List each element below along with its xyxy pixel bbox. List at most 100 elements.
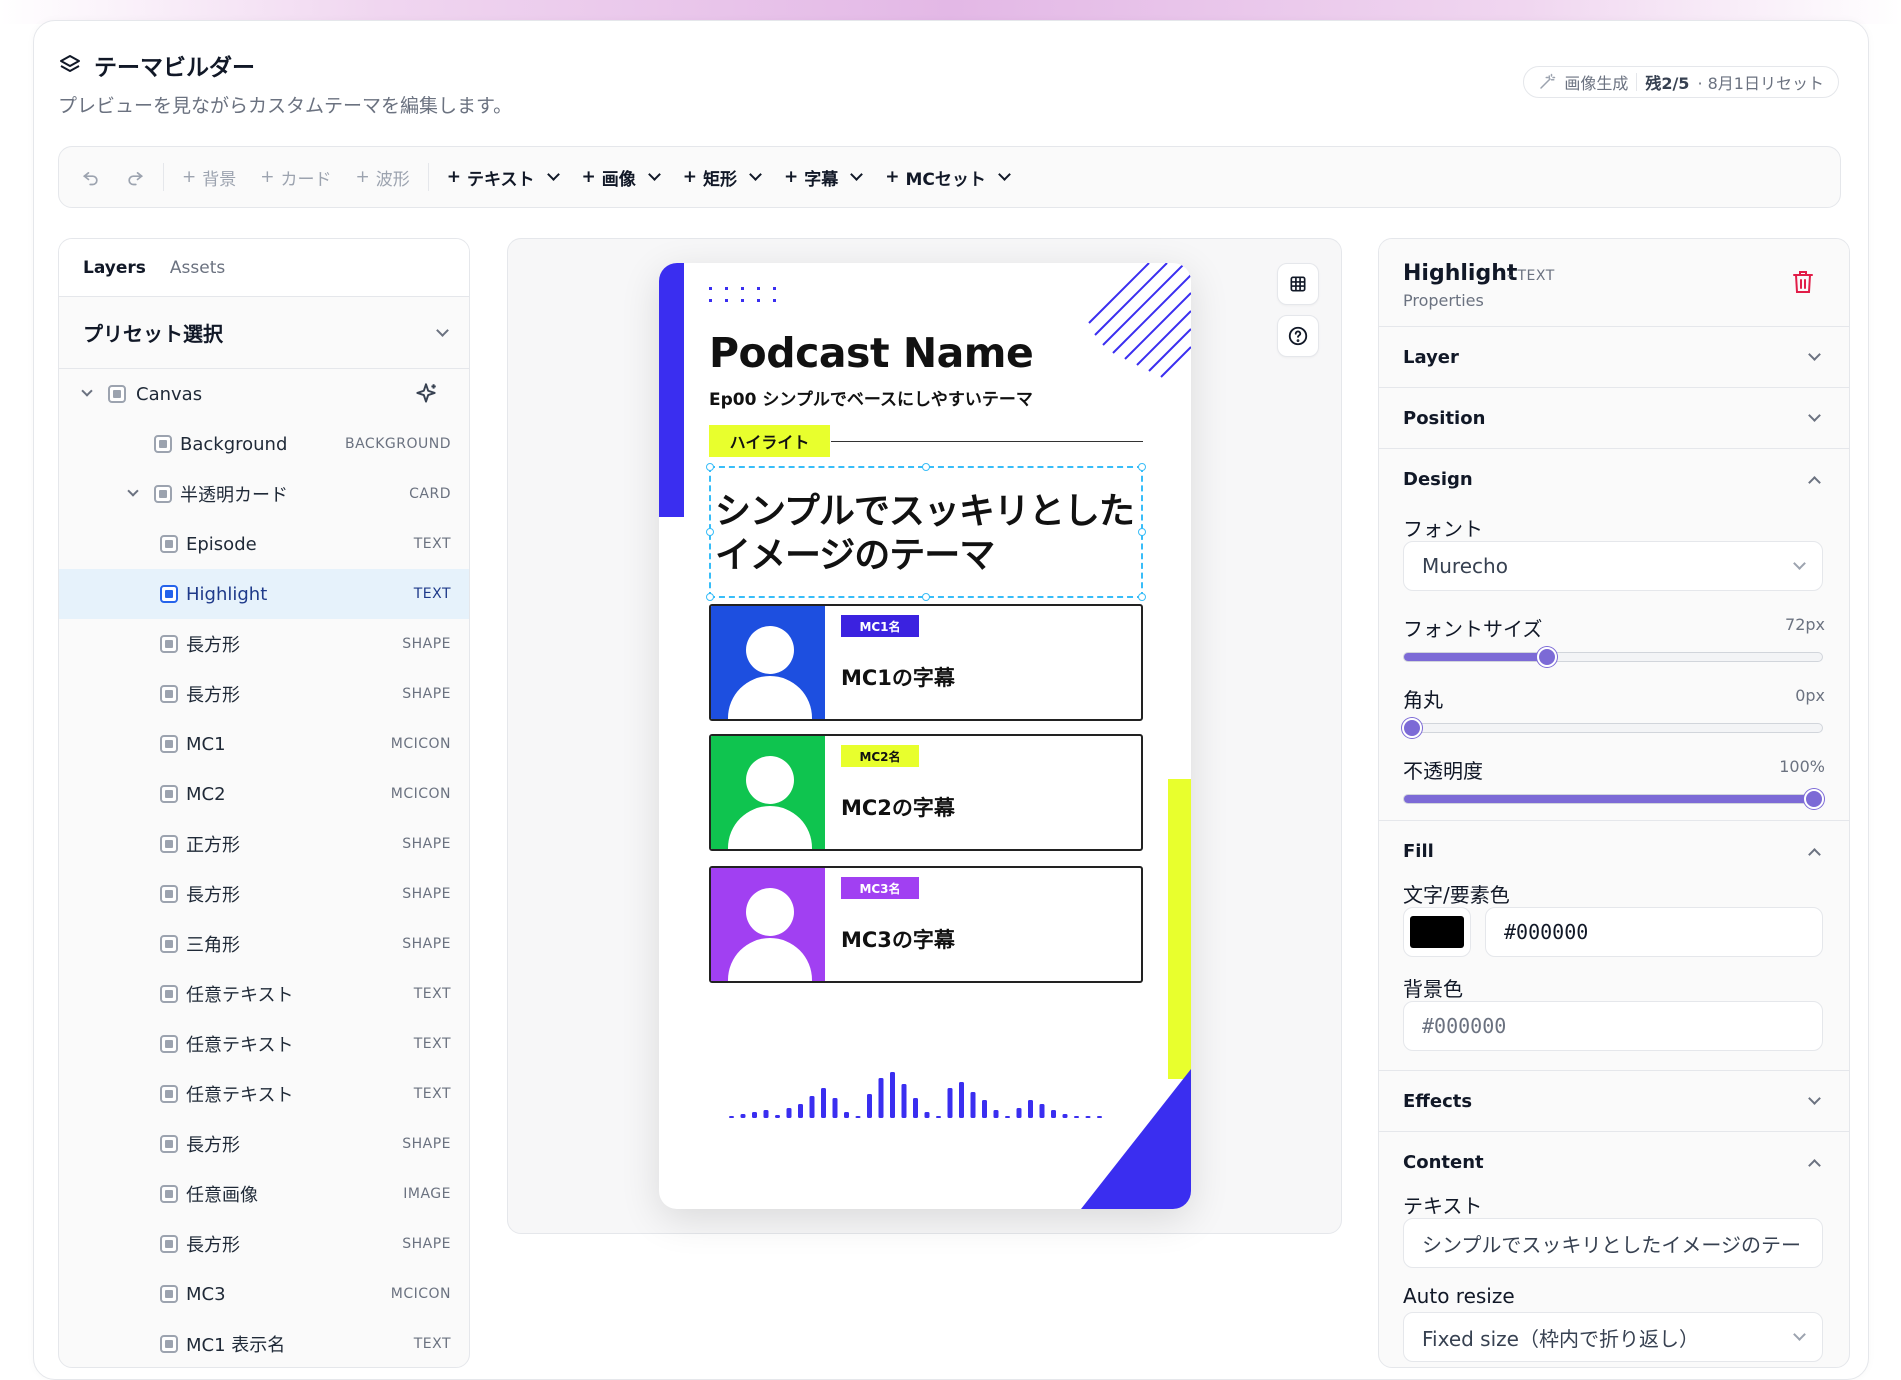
layer-row[interactable]: MC1 MCICON [59, 719, 469, 769]
slider-knob[interactable] [1536, 647, 1557, 667]
layer-row[interactable]: 長方形 SHAPE [59, 869, 469, 919]
opacity-slider[interactable] [1403, 789, 1824, 809]
highlight-text-selection[interactable]: シンプルでスッキリとしたイメージのテーマ [706, 463, 1146, 601]
section-effects: Effects [1379, 1071, 1849, 1132]
section-design-header[interactable]: Design [1379, 449, 1849, 509]
radius-slider[interactable] [1402, 718, 1823, 738]
left-accent-bar[interactable] [659, 263, 684, 517]
mc1-name-badge[interactable]: MC1名 [841, 615, 919, 637]
add-card-button[interactable]: + カード [248, 157, 343, 197]
layer-row[interactable]: MC3 MCICON [59, 1269, 469, 1319]
resize-handle[interactable] [706, 528, 714, 536]
waveform-bar [1074, 1116, 1079, 1118]
toolbar-divider [163, 163, 164, 191]
waveform[interactable] [729, 1063, 1119, 1123]
mc2-subtitle[interactable]: MC2の字幕 [841, 792, 955, 822]
layer-row[interactable]: 長方形 SHAPE [59, 619, 469, 669]
highlight-tag[interactable]: ハイライト [709, 425, 830, 457]
sparkle-icon[interactable] [413, 381, 439, 407]
layer-row[interactable]: 長方形 SHAPE [59, 1119, 469, 1169]
preset-select[interactable]: プリセット選択 [59, 297, 469, 369]
redo-button[interactable] [113, 157, 157, 197]
layer-type-icon [160, 635, 178, 653]
layer-type-icon [160, 1085, 178, 1103]
font-select[interactable]: Murecho [1403, 541, 1823, 591]
panel-tabs: Layers Assets [59, 239, 469, 297]
text-color-swatch[interactable] [1403, 907, 1471, 957]
waveform-bar [786, 1108, 792, 1118]
mc-card-2[interactable]: MC2名 MC2の字幕 [709, 734, 1143, 851]
add-rect-dropdown[interactable]: + 矩形 [671, 157, 772, 197]
mc3-name-badge[interactable]: MC3名 [841, 877, 919, 899]
dot-grid-decoration[interactable] [709, 285, 789, 305]
layer-row[interactable]: MC2 MCICON [59, 769, 469, 819]
resize-handle[interactable] [706, 593, 714, 601]
selected-layer-title: Highlight [1403, 261, 1518, 286]
background-color-input[interactable]: #000000 [1403, 1001, 1823, 1051]
section-content-header[interactable]: Content [1379, 1132, 1849, 1192]
layer-row[interactable]: 長方形 SHAPE [59, 669, 469, 719]
layer-row[interactable]: 半透明カード CARD [59, 469, 469, 519]
layer-name: MC3 [186, 1283, 226, 1305]
mc-card-1[interactable]: MC1名 MC1の字幕 [709, 604, 1143, 721]
slider-knob[interactable] [1804, 789, 1824, 809]
highlight-text[interactable]: シンプルでスッキリとしたイメージのテーマ [715, 490, 1145, 578]
add-waveform-button[interactable]: + 波形 [344, 157, 422, 197]
layer-row[interactable]: 任意画像 IMAGE [59, 1169, 469, 1219]
layer-row-canvas[interactable]: Canvas [59, 369, 469, 419]
resize-handle[interactable] [1138, 463, 1146, 471]
resize-handle[interactable] [1138, 593, 1146, 601]
resize-handle[interactable] [706, 463, 714, 471]
mc3-avatar [711, 868, 825, 981]
trash-icon[interactable] [1791, 269, 1815, 295]
plus-icon: + [885, 167, 900, 187]
layer-row[interactable]: Episode TEXT [59, 519, 469, 569]
mc2-name-badge[interactable]: MC2名 [841, 745, 919, 767]
section-position-header[interactable]: Position [1379, 388, 1849, 448]
right-accent-bar[interactable] [1168, 779, 1191, 1079]
mc3-subtitle[interactable]: MC3の字幕 [841, 924, 955, 954]
add-image-dropdown[interactable]: + 画像 [570, 157, 671, 197]
mc1-subtitle[interactable]: MC1の字幕 [841, 662, 955, 692]
layer-row[interactable]: 任意テキスト TEXT [59, 1069, 469, 1119]
resize-handle[interactable] [922, 463, 930, 471]
slider-knob[interactable] [1402, 718, 1422, 738]
help-button[interactable] [1277, 315, 1319, 357]
section-effects-header[interactable]: Effects [1379, 1071, 1849, 1131]
section-layer-header[interactable]: Layer [1379, 327, 1849, 387]
tab-assets[interactable]: Assets [170, 258, 225, 278]
add-subtitle-dropdown[interactable]: + 字幕 [772, 157, 873, 197]
waveform-bar [775, 1115, 780, 1118]
episode-text[interactable]: Ep00 シンプルでベースにしやすいテーマ [709, 385, 1033, 410]
mc-card-3[interactable]: MC3名 MC3の字幕 [709, 866, 1143, 983]
collapse-caret-icon[interactable] [81, 385, 93, 397]
collapse-caret-icon[interactable] [127, 485, 139, 497]
add-background-button[interactable]: + 背景 [170, 157, 248, 197]
stripe-decoration[interactable] [1087, 263, 1191, 379]
section-fill: Fill 文字/要素色 #000000 背景色 #000000 [1379, 821, 1849, 1071]
layer-row[interactable]: 三角形 SHAPE [59, 919, 469, 969]
podcast-name-text[interactable]: Podcast Name [709, 329, 1034, 377]
section-position: Position [1379, 388, 1849, 449]
waveform-bar [855, 1116, 861, 1118]
tab-layers[interactable]: Layers [83, 258, 146, 278]
layer-row[interactable]: MC1 表示名 TEXT [59, 1319, 469, 1367]
layer-row[interactable]: Background BACKGROUND [59, 419, 469, 469]
auto-resize-select[interactable]: Fixed size（枠内で折り返し） [1403, 1312, 1823, 1362]
text-color-input[interactable]: #000000 [1485, 907, 1823, 957]
layer-row[interactable]: 任意テキスト TEXT [59, 969, 469, 1019]
section-fill-header[interactable]: Fill [1379, 821, 1849, 881]
font-size-slider[interactable] [1403, 647, 1823, 667]
add-text-dropdown[interactable]: + テキスト [435, 157, 570, 197]
layer-type-icon [160, 885, 178, 903]
layer-row[interactable]: Highlight TEXT [59, 569, 469, 619]
layer-row[interactable]: 正方形 SHAPE [59, 819, 469, 869]
content-text-input[interactable]: シンプルでスッキリとしたイメージのテー [1403, 1218, 1823, 1268]
undo-button[interactable] [69, 157, 113, 197]
layer-row[interactable]: 長方形 SHAPE [59, 1219, 469, 1269]
resize-handle[interactable] [1138, 528, 1146, 536]
layer-row[interactable]: 任意テキスト TEXT [59, 1019, 469, 1069]
resize-handle[interactable] [922, 593, 930, 601]
add-mcset-dropdown[interactable]: + MCセット [873, 157, 1021, 197]
grid-toggle-button[interactable] [1277, 263, 1319, 305]
